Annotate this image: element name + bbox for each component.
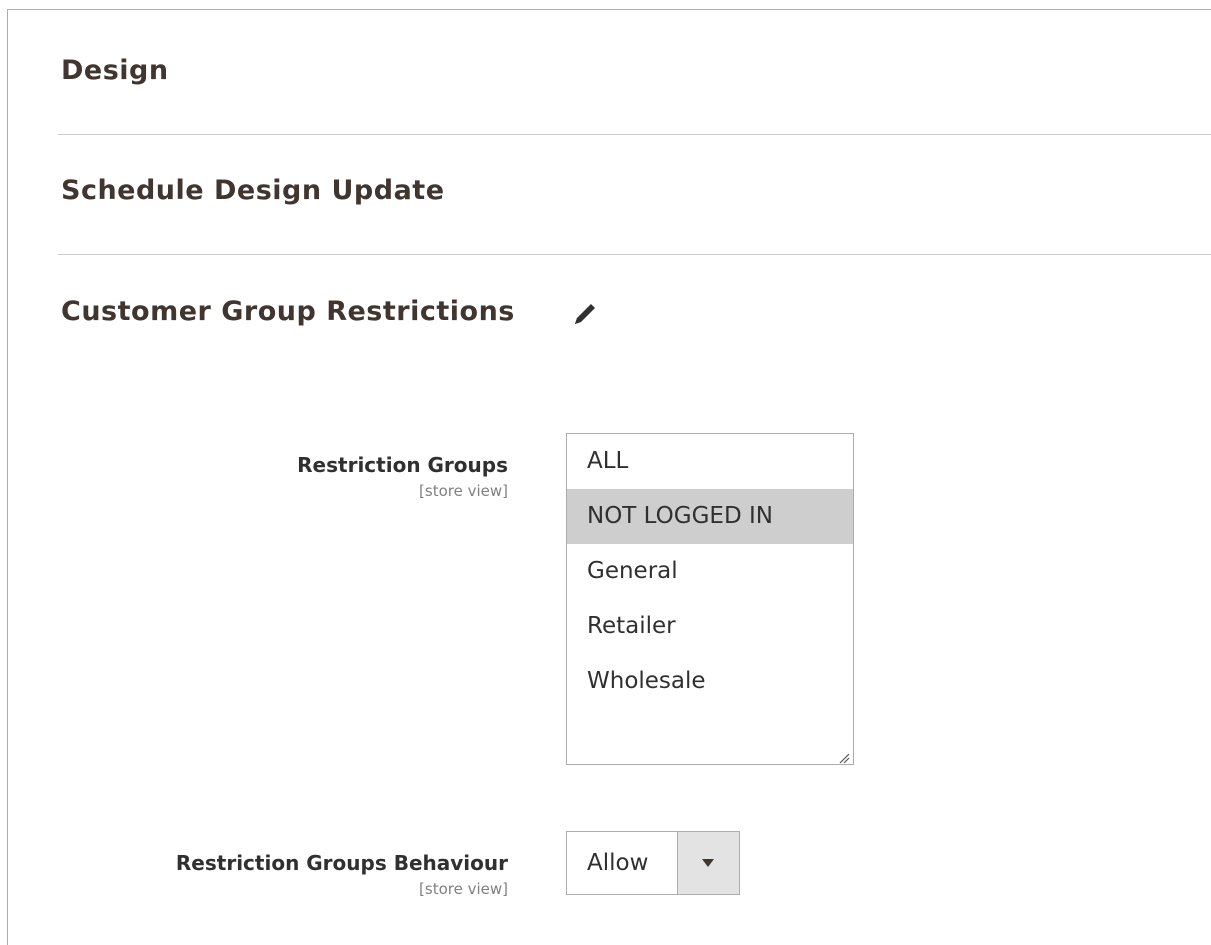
restriction-groups-label: Restriction Groups <box>297 453 508 477</box>
restriction-behaviour-label: Restriction Groups Behaviour <box>175 851 508 875</box>
restriction-behaviour-select[interactable]: Allow <box>566 831 740 895</box>
option-all[interactable]: ALL <box>567 434 853 489</box>
restriction-groups-multiselect[interactable]: ALL NOT LOGGED IN General Retailer Whole… <box>566 433 854 765</box>
option-wholesale[interactable]: Wholesale <box>567 654 853 709</box>
section-restrictions-title[interactable]: Customer Group Restrictions <box>61 296 515 327</box>
section-divider <box>58 254 1211 255</box>
resize-handle-icon[interactable] <box>838 749 850 764</box>
option-general[interactable]: General <box>567 544 853 599</box>
section-divider <box>58 134 1211 135</box>
option-not-logged-in[interactable]: NOT LOGGED IN <box>567 489 853 544</box>
pencil-icon[interactable] <box>569 300 603 330</box>
section-schedule-title[interactable]: Schedule Design Update <box>61 175 445 206</box>
triangle-down-icon <box>702 859 714 867</box>
restriction-behaviour-scope: [store view] <box>419 880 508 898</box>
section-design-title[interactable]: Design <box>61 55 169 86</box>
restriction-groups-scope: [store view] <box>419 482 508 500</box>
dropdown-toggle-button[interactable] <box>677 832 739 894</box>
restriction-behaviour-value: Allow <box>587 850 649 876</box>
option-retailer[interactable]: Retailer <box>567 599 853 654</box>
